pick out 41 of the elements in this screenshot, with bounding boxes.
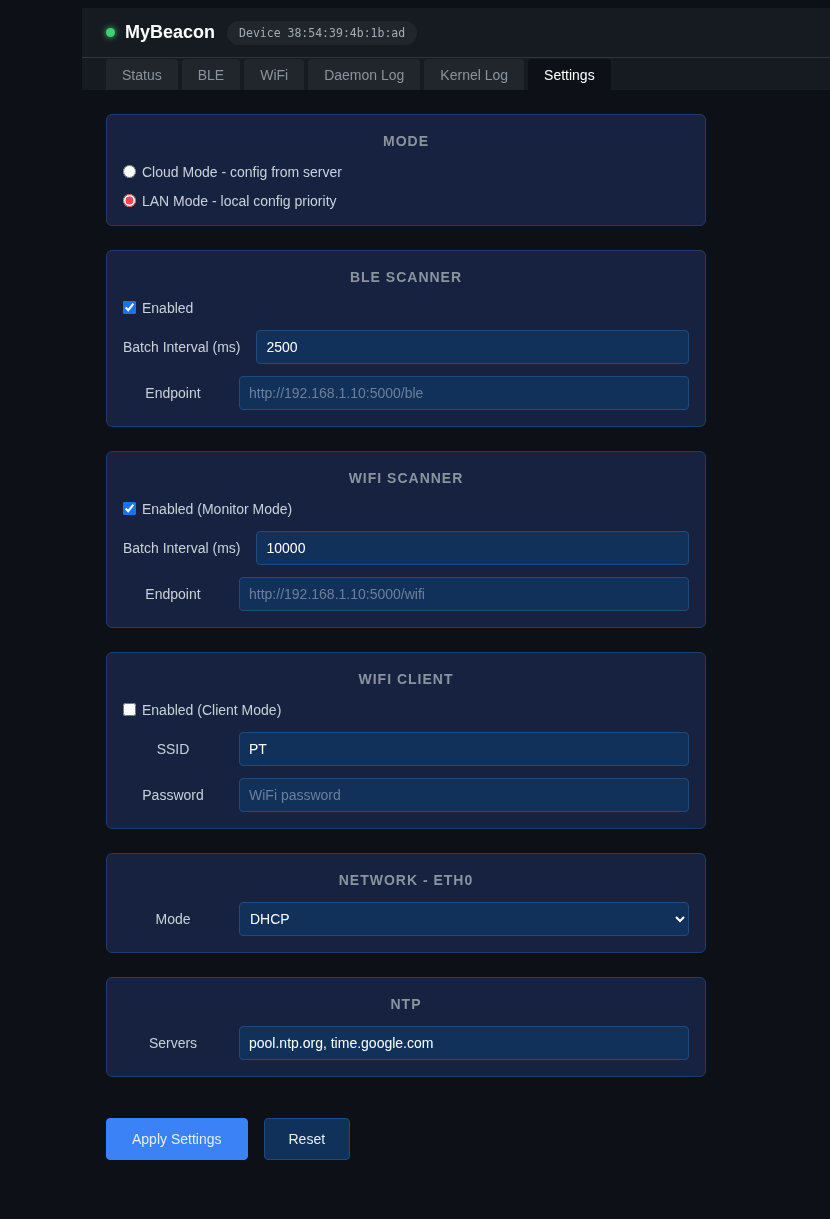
field-label: Servers bbox=[147, 1035, 199, 1051]
field-label: SSID bbox=[155, 741, 191, 757]
tab[interactable]: BLE bbox=[181, 59, 241, 90]
input-field[interactable]: pool.ntp.org, time.google.com bbox=[239, 1026, 689, 1060]
section-title: MODE bbox=[382, 133, 430, 149]
field-label: Endpoint bbox=[144, 586, 202, 602]
input-field[interactable]: http://192.168.1.10:5000/wifi bbox=[239, 577, 689, 611]
input-field[interactable]: WiFi password bbox=[239, 778, 689, 812]
radio-button[interactable] bbox=[123, 165, 136, 178]
field-label: Batch Interval (ms) bbox=[123, 540, 241, 556]
tab[interactable]: Kernel Log bbox=[424, 59, 525, 90]
checkbox-label: Enabled bbox=[142, 299, 194, 316]
input-field[interactable]: http://192.168.1.10:5000/ble bbox=[239, 376, 689, 410]
device-badge: Device 38:54:39:4b:1b:ad bbox=[227, 20, 418, 45]
input-field[interactable]: PT bbox=[239, 732, 689, 766]
tab[interactable]: Daemon Log bbox=[308, 59, 421, 90]
tab[interactable]: Status bbox=[106, 59, 178, 90]
field-label: Mode bbox=[154, 911, 192, 927]
app-title: MyBeacon bbox=[125, 22, 216, 43]
section-title: BLE SCANNER bbox=[348, 269, 464, 285]
field-label: Password bbox=[141, 787, 205, 803]
checkbox[interactable] bbox=[123, 301, 136, 314]
checkbox[interactable] bbox=[123, 502, 136, 515]
checkbox-label: Enabled (Monitor Mode) bbox=[142, 500, 293, 517]
input-field[interactable]: 10000 bbox=[256, 531, 689, 565]
input-field[interactable]: 2500 bbox=[256, 330, 689, 364]
radio-button[interactable] bbox=[123, 194, 136, 207]
radio-label: LAN Mode - local config priority bbox=[142, 192, 337, 209]
section-title: WIFI SCANNER bbox=[347, 470, 465, 486]
section-title: NTP bbox=[389, 996, 423, 1012]
tab[interactable]: Settings bbox=[528, 59, 611, 90]
section-title: WIFI CLIENT bbox=[357, 671, 455, 687]
field-label: Endpoint bbox=[144, 385, 202, 401]
mode-select[interactable]: DHCP bbox=[239, 902, 689, 936]
checkbox[interactable] bbox=[123, 703, 136, 716]
radio-label: Cloud Mode - config from server bbox=[142, 163, 342, 180]
tab[interactable]: WiFi bbox=[244, 59, 305, 90]
field-label: Batch Interval (ms) bbox=[123, 339, 241, 355]
checkbox-label: Enabled (Client Mode) bbox=[142, 701, 282, 718]
section-title: NETWORK - ETH0 bbox=[337, 872, 475, 888]
reset-button[interactable]: Reset bbox=[263, 1118, 351, 1160]
